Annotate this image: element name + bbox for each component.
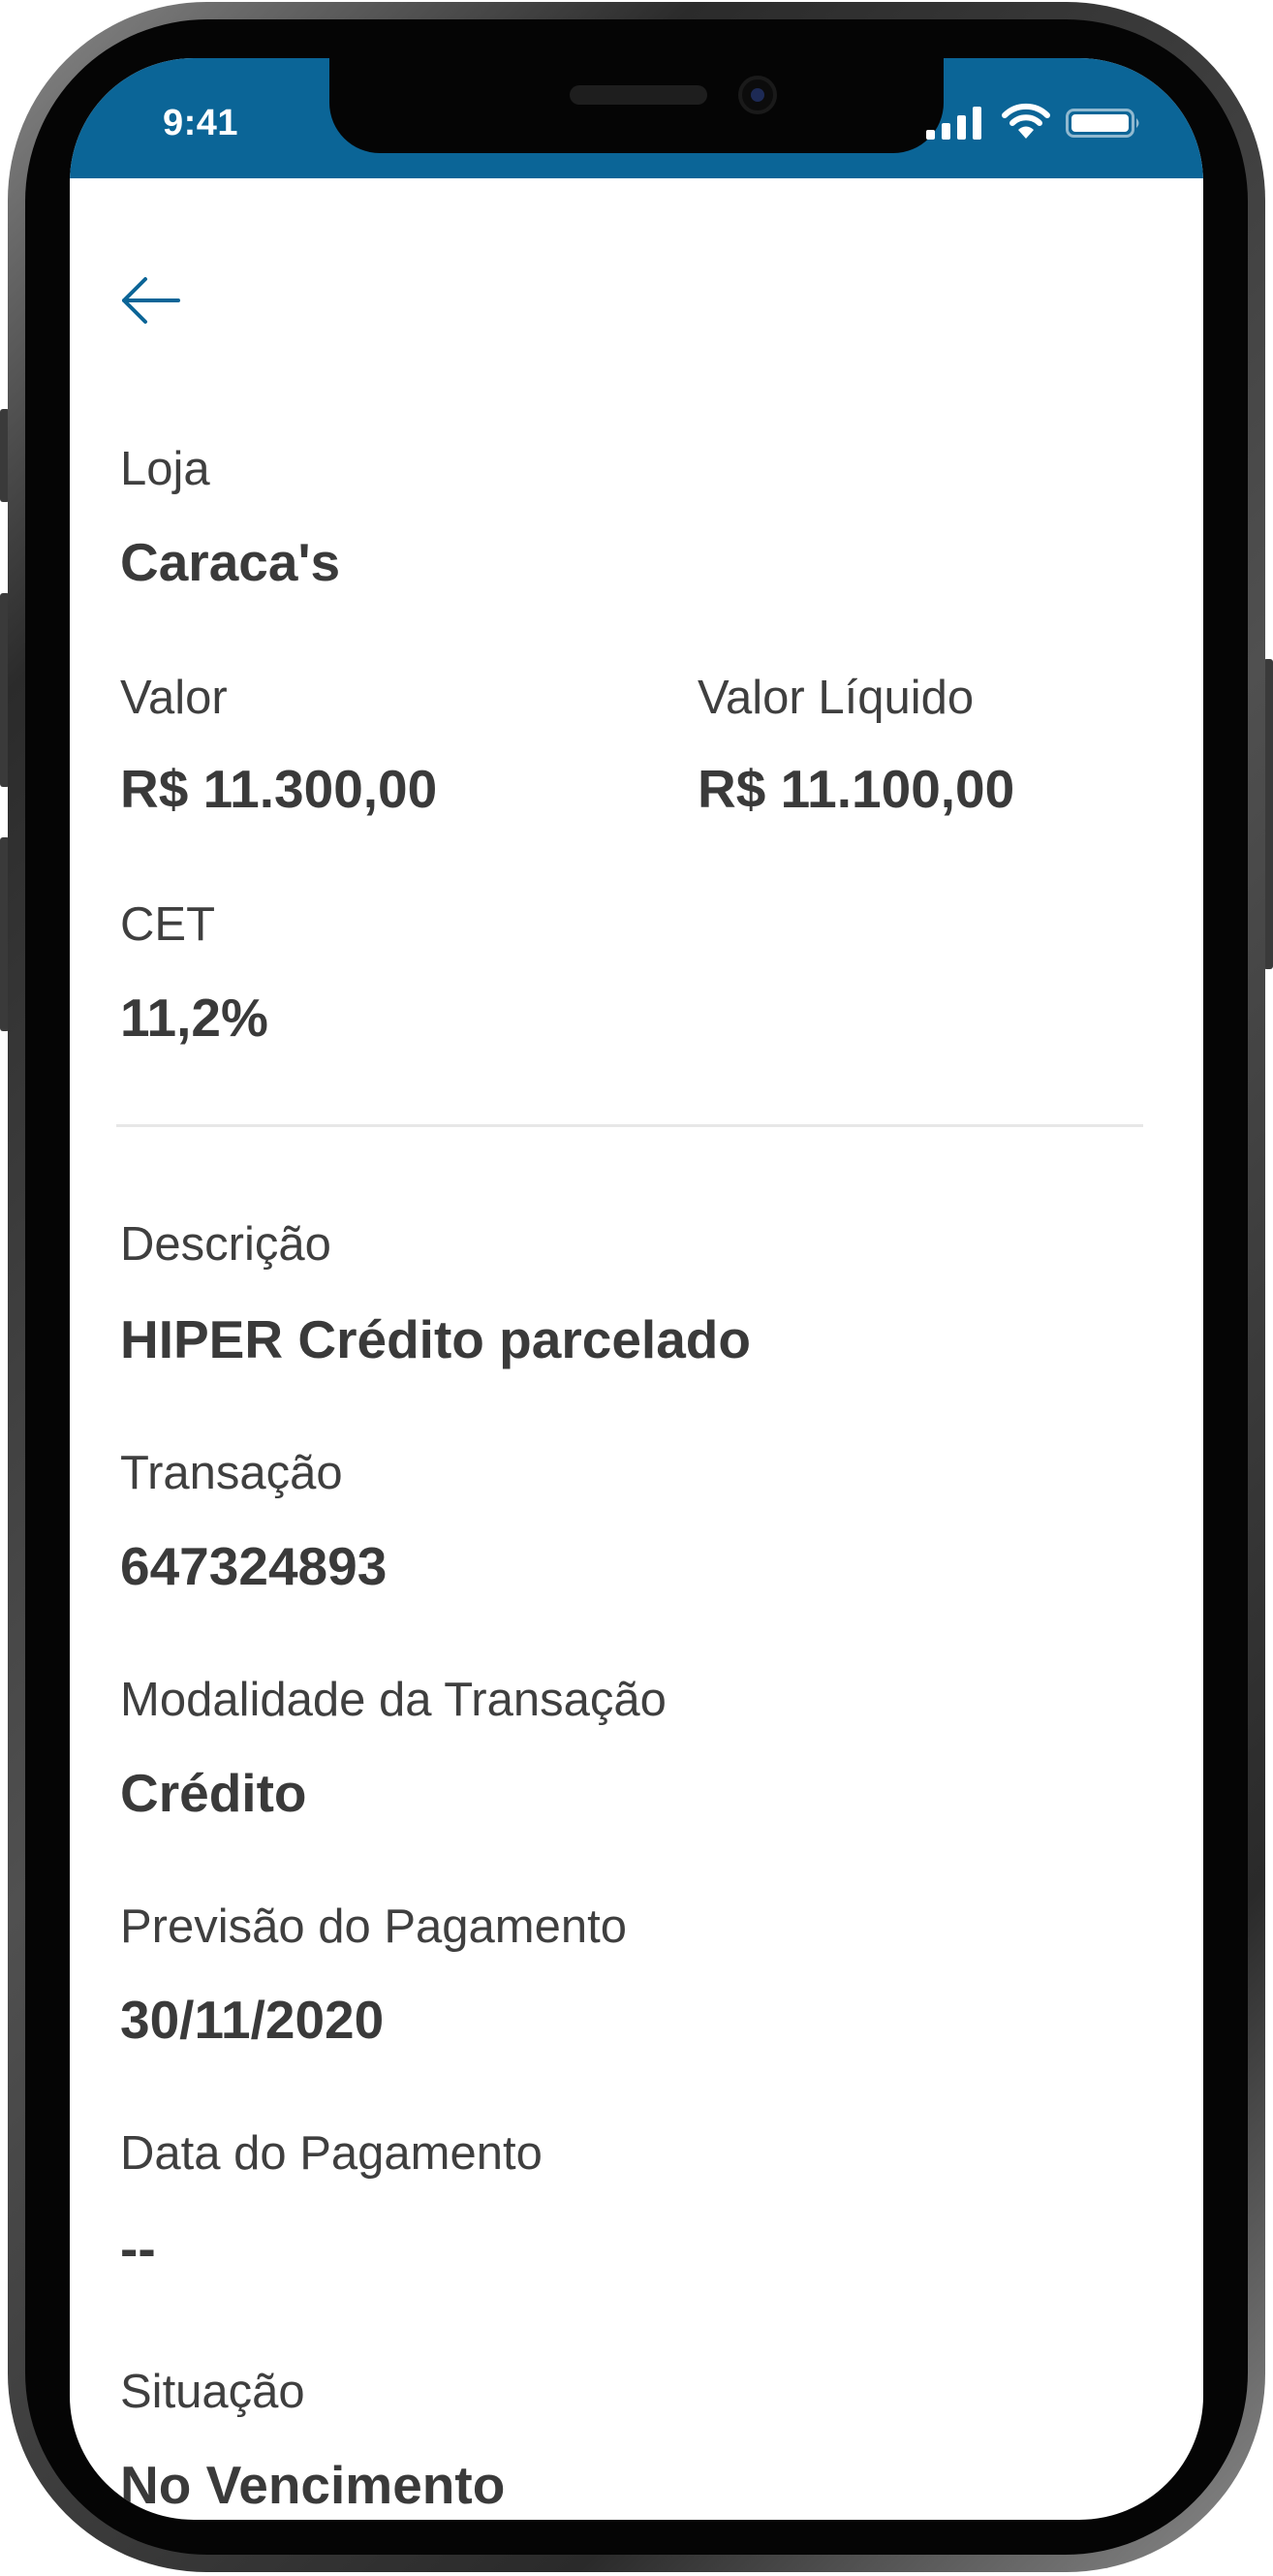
payment-forecast-value: 30/11/2020	[120, 1990, 385, 2050]
transaction-label: Transação	[120, 1447, 343, 1499]
payment-forecast-label: Previsão do Pagamento	[120, 1901, 627, 1953]
net-amount-label: Valor Líquido	[698, 672, 975, 724]
status-bar: 9:41	[70, 58, 1203, 178]
speaker-grille	[570, 85, 707, 105]
store-label: Loja	[120, 443, 210, 495]
amount-value: R$ 11.300,00	[120, 759, 438, 819]
transaction-type-label: Modalidade da Transação	[120, 1674, 667, 1726]
arrow-left-icon[interactable]	[116, 271, 186, 330]
store-value: Caraca's	[120, 532, 341, 592]
description-label: Descrição	[120, 1218, 331, 1271]
battery-icon	[1066, 109, 1139, 138]
status-time: 9:41	[162, 103, 239, 143]
payment-date-value: --	[120, 2218, 156, 2278]
front-camera	[738, 76, 777, 114]
transaction-type-value: Crédito	[120, 1763, 307, 1823]
cellular-signal-icon	[926, 107, 981, 140]
net-amount-value: R$ 11.100,00	[698, 759, 1015, 819]
transaction-value: 647324893	[120, 1536, 388, 1596]
phone-screen: 9:41 Loja Caraca's Valor R$ 11.300,00 Va…	[70, 58, 1203, 2520]
cet-label: CET	[120, 898, 215, 951]
wifi-icon	[1002, 103, 1050, 139]
cet-value: 11,2%	[120, 988, 268, 1048]
payment-date-label: Data do Pagamento	[120, 2127, 543, 2180]
status-value: No Vencimento	[120, 2455, 506, 2515]
section-divider	[116, 1124, 1143, 1127]
amount-label: Valor	[120, 672, 228, 724]
notch	[329, 58, 944, 153]
description-value: HIPER Crédito parcelado	[120, 1309, 751, 1369]
status-label: Situação	[120, 2366, 305, 2418]
